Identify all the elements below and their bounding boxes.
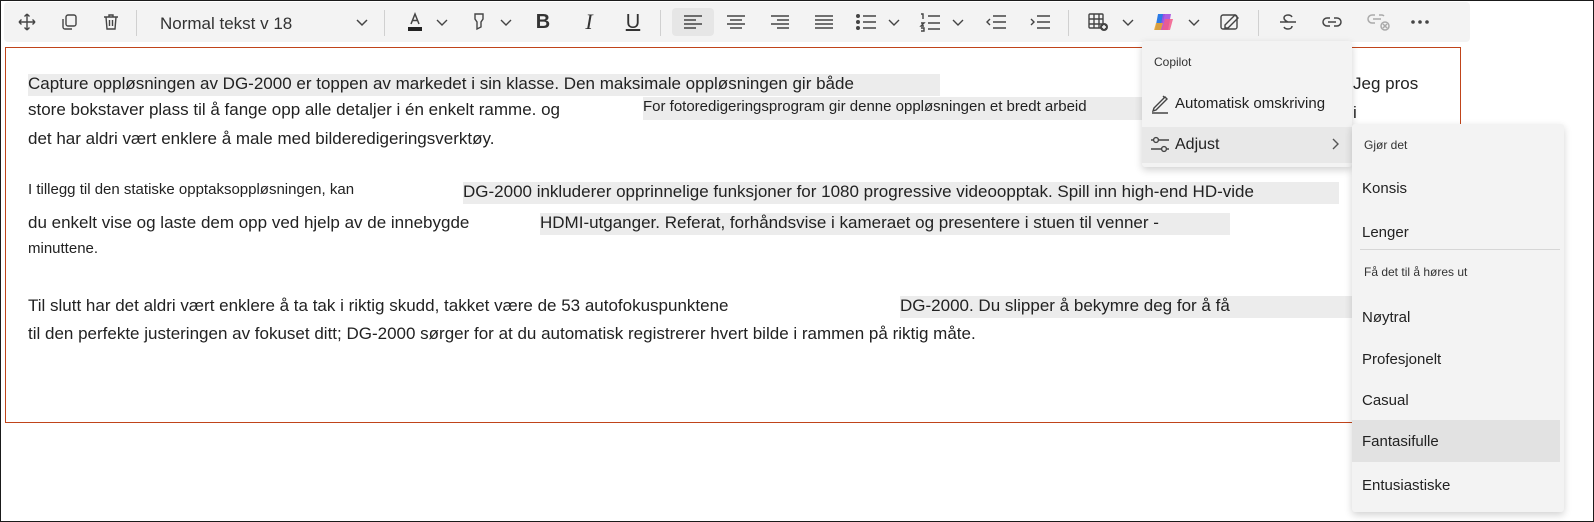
copy-icon[interactable] (56, 8, 82, 36)
sliders-icon (1149, 135, 1171, 159)
copilot-menu-header: Copilot (1154, 55, 1192, 69)
paragraph-1-line-2-suggestion: For fotoredigeringsprogram gir denne opp… (643, 97, 1153, 120)
paragraph-2-line-2-highlight: HDMI-utganger. Referat, forhåndsvise i k… (540, 213, 1230, 235)
more-icon[interactable] (1406, 8, 1434, 36)
link-icon[interactable] (1318, 8, 1346, 36)
italic-button[interactable]: I (576, 8, 602, 36)
chevron-down-icon (354, 14, 370, 35)
bullet-list-icon[interactable] (852, 8, 880, 36)
paragraph-3-line-2: til den perfekte justeringen av fokuset … (28, 324, 976, 343)
submenu-item-casual[interactable]: Casual (1362, 392, 1409, 409)
toolbar-separator (660, 10, 661, 36)
outdent-icon[interactable] (982, 8, 1010, 36)
align-right-icon[interactable] (766, 8, 794, 36)
numbered-list-icon[interactable] (916, 8, 944, 36)
submenu-item-imaginative[interactable]: Fantasifulle (1352, 420, 1560, 462)
style-dropdown-label: Normal tekst v 18 (160, 14, 293, 33)
paragraph-3-line-1: Til slutt har det aldri vært enklere å t… (28, 296, 729, 315)
align-center-icon[interactable] (722, 8, 750, 36)
submenu-item-neutral[interactable]: Nøytral (1362, 309, 1410, 326)
paragraph-1-line-1-overflow: Jeg pros (1353, 74, 1419, 93)
menu-item-label: Automatisk omskriving (1175, 95, 1326, 112)
rewrite-pen-icon (1149, 93, 1171, 119)
submenu-item-longer[interactable]: Lenger (1362, 224, 1409, 241)
paragraph-2-line-1-highlight: DG-2000 inkluderer opprinnelige funksjon… (463, 182, 1339, 204)
copilot-menu: Copilot Automatisk omskriving Adjust (1142, 41, 1352, 167)
paragraph-1-line-2-overflow: i (1353, 103, 1357, 122)
highlight-dropdown-chevron-icon[interactable] (498, 8, 514, 36)
toolbar-separator (384, 10, 385, 36)
paragraph-2-line-3: minuttene. (28, 240, 99, 257)
move-icon[interactable] (14, 8, 40, 36)
edit-image-icon[interactable] (1216, 8, 1244, 36)
font-color-icon[interactable] (402, 8, 428, 36)
numbered-list-chevron-icon[interactable] (950, 8, 966, 36)
submenu-item-concise[interactable]: Konsis (1362, 180, 1407, 197)
toolbar-separator (1068, 10, 1069, 36)
justify-icon[interactable] (810, 8, 838, 36)
copilot-chevron-icon[interactable] (1186, 8, 1202, 36)
menu-item-label: Adjust (1175, 136, 1220, 153)
chevron-right-icon (1330, 137, 1342, 155)
toolbar-separator (1258, 10, 1259, 36)
paragraph-1-line-3: det har aldri vært enklere å male med bi… (28, 129, 495, 148)
font-color-dropdown-chevron-icon[interactable] (434, 8, 450, 36)
paragraph-2-line-2: du enkelt vise og laste dem opp ved hjel… (28, 213, 470, 232)
menu-item-adjust[interactable]: Adjust (1142, 127, 1352, 163)
submenu-header-make-it: Gjør det (1364, 138, 1408, 152)
submenu-item-enthusiastic[interactable]: Entusiastiske (1362, 477, 1450, 494)
paragraph-1-line-2: store bokstaver plass til å fange opp al… (28, 100, 561, 119)
paragraph-style-dropdown[interactable]: Normal tekst v 18 (154, 8, 380, 38)
strikethrough-icon[interactable] (1274, 8, 1302, 36)
paragraph-1-line-1: Capture oppløsningen av DG-2000 er toppe… (28, 74, 940, 96)
paragraph-3-line-1-highlight: DG-2000. Du slipper å bekymre deg for å … (900, 296, 1353, 318)
insert-table-chevron-icon[interactable] (1120, 8, 1136, 36)
copilot-icon[interactable] (1150, 8, 1178, 36)
unlink-icon[interactable] (1364, 8, 1392, 36)
underline-button[interactable]: U (620, 8, 646, 36)
submenu-header-tone: Få det til å høres ut (1364, 265, 1468, 279)
paragraph-2-line-1: I tillegg til den statiske opptaksoppløs… (28, 181, 355, 198)
align-left-icon[interactable] (672, 8, 714, 36)
bullet-list-chevron-icon[interactable] (886, 8, 902, 36)
insert-table-icon[interactable] (1084, 8, 1112, 36)
indent-icon[interactable] (1026, 8, 1054, 36)
menu-item-auto-rewrite[interactable]: Automatisk omskriving (1142, 87, 1352, 121)
submenu-item-professional[interactable]: Profesjonelt (1362, 351, 1441, 368)
toolbar-separator (136, 10, 137, 36)
adjust-submenu: Gjør det Konsis Lenger Få det til å høre… (1352, 124, 1564, 512)
submenu-divider (1360, 249, 1560, 250)
delete-icon[interactable] (98, 8, 124, 36)
highlight-icon[interactable] (466, 8, 492, 36)
formatting-toolbar: Normal tekst v 18 B I U (4, 2, 1470, 42)
bold-button[interactable]: B (530, 8, 556, 36)
